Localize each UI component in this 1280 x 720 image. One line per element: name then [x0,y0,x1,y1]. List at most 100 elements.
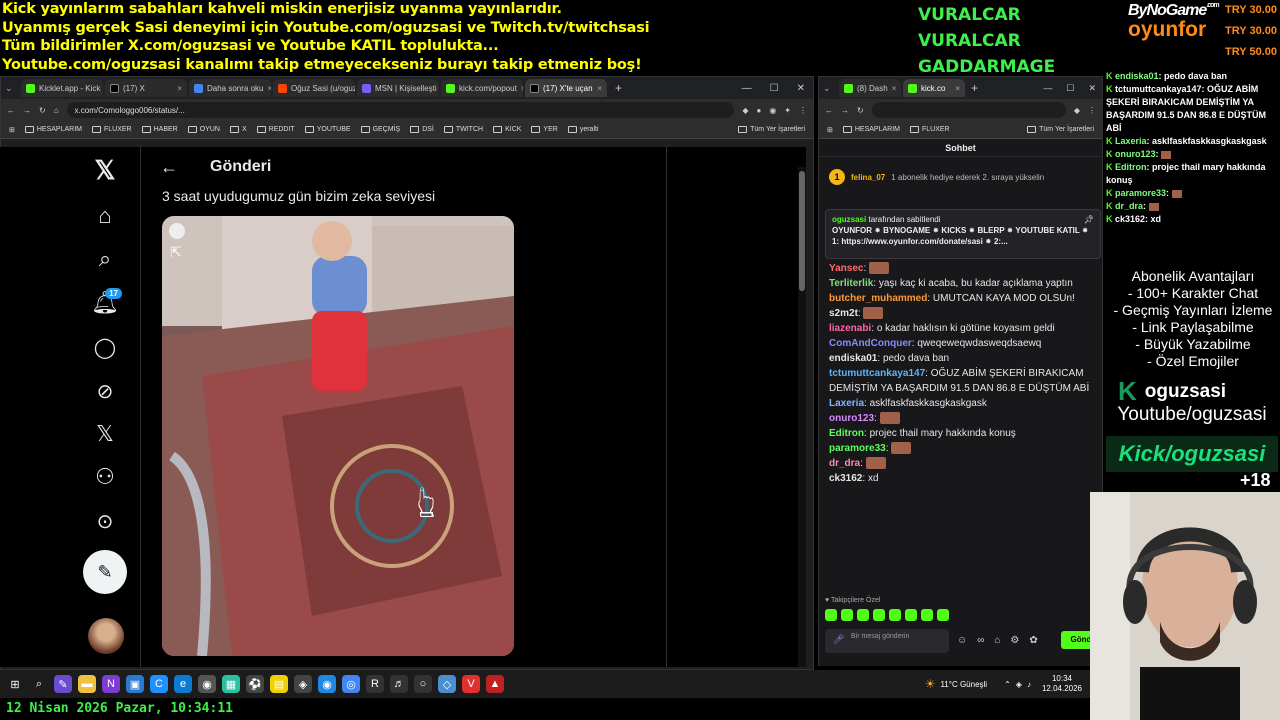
post-button[interactable]: ✎ [83,550,127,594]
bookmark-folder[interactable]: GEÇMİŞ [360,126,400,133]
close-window-button[interactable]: ✕ [1088,83,1096,94]
close-icon[interactable]: × [521,84,523,93]
app-icon[interactable]: ◉ [318,675,336,693]
emote-icon[interactable] [825,609,837,621]
chat-input[interactable]: 🎤︎ Bir mesaj gönderin [825,629,949,653]
chrome-icon[interactable]: ◎ [342,675,360,693]
maximize-button[interactable]: ☐ [770,83,779,94]
bookmark-folder[interactable]: X [229,126,247,133]
start-icon[interactable]: ⊞ [6,675,24,693]
tab[interactable]: Daha sonra oku × [189,79,271,97]
new-tab-button[interactable]: + [971,81,978,95]
rewards-icon[interactable]: ✿ [1029,635,1037,646]
apps-icon[interactable]: ⊞ [827,126,833,134]
profile-icon[interactable]: ⚇ [88,460,122,494]
app-icon[interactable]: R [366,675,384,693]
chat-username[interactable]: tctumuttcankaya147 [829,368,925,379]
more-icon[interactable]: ⊙ [88,504,122,538]
forward-icon[interactable]: → [841,106,849,115]
expand-icon[interactable]: ⇱ [170,244,182,261]
all-bookmarks[interactable]: Tüm Yer İşaretleri [1027,126,1094,133]
x-logo-icon[interactable]: 𝕏 [88,153,122,187]
app-icon[interactable]: ◇ [438,675,456,693]
bookmark-folder[interactable]: YER [531,126,558,133]
tab-active[interactable]: kick.co × [903,79,965,97]
chat-username[interactable]: liazenabi [829,323,871,334]
tab-active[interactable]: (17) X'te uçan × [525,79,607,97]
new-tab-button[interactable]: + [615,81,622,95]
network-icon[interactable]: ◈ [1016,680,1022,689]
bookmark-folder[interactable]: REDDIT [256,126,295,133]
chat-username[interactable]: Laxeria [829,398,864,409]
vivaldi-icon[interactable]: V [462,675,480,693]
app-icon[interactable]: ▲ [486,675,504,693]
back-button[interactable]: ← [160,157,178,178]
tab[interactable]: Kicklet.app - Kick× [21,79,103,97]
tab[interactable]: kick.com/popout× [441,79,523,97]
notifications-icon[interactable]: 🔔︎ 17 [88,286,122,320]
close-icon[interactable]: × [892,84,897,93]
emote-icon[interactable] [857,609,869,621]
menu-icon[interactable]: ⋮ [799,106,807,115]
app-icon[interactable]: ◈ [294,675,312,693]
folder-icon[interactable]: ▬ [78,675,96,693]
back-icon[interactable]: ← [7,106,15,115]
all-bookmarks[interactable]: Tüm Yer İşaretleri [738,126,805,133]
tab[interactable]: Oğuz Sasi (u/oguz× [273,79,355,97]
search-icon[interactable]: ⌕ [30,675,48,693]
close-icon[interactable]: × [267,84,271,93]
bookmark-folder[interactable]: DSİ [410,126,434,133]
onenote-icon[interactable]: N [102,675,120,693]
chat-username[interactable]: butcher_muhammed [829,293,927,304]
settings-icon[interactable]: ⚙ [1010,635,1019,646]
forward-icon[interactable]: → [23,106,31,115]
bookmark-folder[interactable]: HABER [141,126,178,133]
premium-icon[interactable]: 𝕏 [88,417,122,451]
close-window-button[interactable]: ✕ [797,83,805,94]
chat-username[interactable]: ComAndConquer [829,338,912,349]
tab[interactable]: (8) Dash × [839,79,901,97]
home-icon[interactable]: ⌂ [88,199,122,233]
notes-icon[interactable]: ▤ [270,675,288,693]
chat-username[interactable]: s2m2t [829,308,858,319]
clock[interactable]: 10:34 12.04.2026 [1042,674,1082,694]
emote-icon[interactable] [889,609,901,621]
app-icon[interactable]: ♬ [390,675,408,693]
avatar[interactable] [88,618,124,654]
search-icon[interactable]: ⌕ [88,242,122,276]
chat-username[interactable]: paramore33 [829,443,886,454]
emote-icon[interactable] [841,609,853,621]
tab-search-icon[interactable]: ⌄ [5,83,19,94]
bookmark-folder[interactable]: yeralti [567,126,599,133]
url-input[interactable] [871,102,1066,118]
emote-icon[interactable] [905,609,917,621]
edge-icon[interactable]: e [174,675,192,693]
url-input[interactable]: x.com/Comologgo006/status/... [66,102,735,118]
bookmark-folder[interactable]: TWITCH [443,126,483,133]
home-icon[interactable]: ⌂ [54,106,59,115]
emote-icon[interactable] [921,609,933,621]
link-icon[interactable]: ∞ [977,635,984,646]
app-icon[interactable]: ▣ [126,675,144,693]
close-icon[interactable]: × [955,84,960,93]
app-icon[interactable]: C [150,675,168,693]
app-icon[interactable]: ▦ [222,675,240,693]
chat-username[interactable]: Yansec [829,263,863,274]
chat-username[interactable]: ck3162 [829,473,862,484]
emote-icon[interactable] [937,609,949,621]
tab[interactable]: MSN | Kişiselleşti× [357,79,439,97]
weather-text[interactable]: 11°C Güneşli [940,680,987,689]
extension-icon[interactable]: ◉ [769,106,776,115]
camera-icon[interactable]: ◉ [198,675,216,693]
bookmark-folder[interactable]: OYUN [187,126,220,133]
bookmark-folder[interactable]: FLUXER [910,126,950,133]
close-icon[interactable]: × [597,84,602,93]
chat-username[interactable]: dr_dra [829,458,860,469]
extension-icon[interactable]: ● [756,106,761,115]
bookmark-folder[interactable]: FLUXER [92,126,132,133]
volume-icon[interactable]: ♪ [1027,680,1031,689]
tab-search-icon[interactable]: ⌄ [823,83,837,94]
close-icon[interactable]: × [177,84,182,93]
emoji-icon[interactable]: ☺ [957,635,967,646]
bookmark-folder[interactable]: HESAPLARIM [842,126,900,133]
